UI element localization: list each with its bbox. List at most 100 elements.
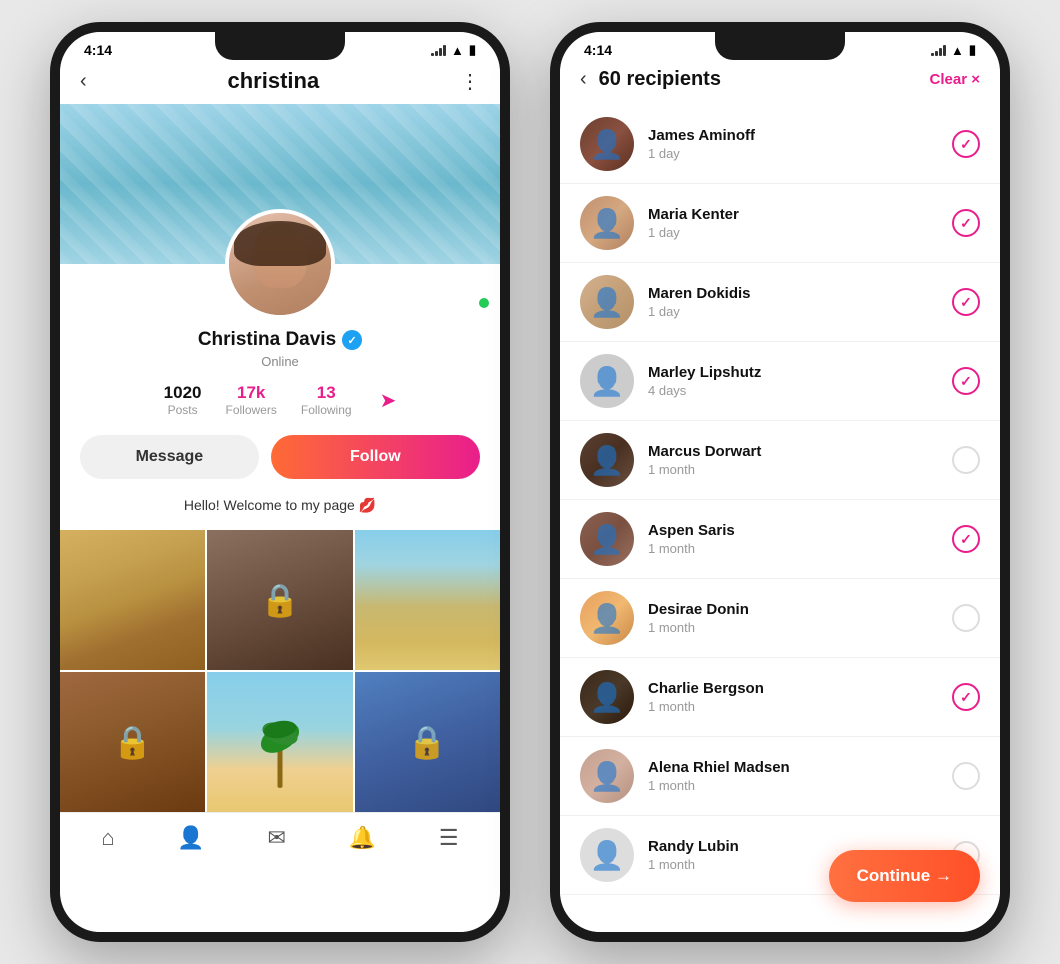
recipient-name: Desirae Donin [648,601,938,618]
continue-button[interactable]: Continue → [829,850,980,902]
following-label: Following [301,403,352,417]
check-circle[interactable] [952,288,980,316]
recipient-avatar: 👤 [580,433,634,487]
home-nav-icon[interactable]: ⌂ [101,825,114,851]
bottom-nav: ⌂ 👤 ✉ 🔔 ☰ [60,812,500,871]
recipient-info: Alena Rhiel Madsen 1 month [648,759,938,793]
time-1: 4:14 [84,42,112,58]
stats-row: 1020 Posts 17k Followers 13 Following ➤ [60,383,500,417]
followers-stat[interactable]: 17k Followers [226,383,277,417]
recipients-title: 60 recipients [599,68,721,91]
grid-photo-1[interactable] [60,530,205,670]
recipient-info: Marley Lipshutz 4 days [648,364,938,398]
following-value: 13 [301,383,352,403]
phone-2: 4:14 ▲ ▮ ‹ 60 recipients Clear × 👤 James… [550,22,1010,942]
check-circle[interactable] [952,604,980,632]
verified-badge: ✓ [342,330,362,350]
follow-button[interactable]: Follow [271,435,480,479]
recipient-item[interactable]: 👤 Maria Kenter 1 day [560,184,1000,263]
status-icons-2: ▲ ▮ [931,42,976,58]
palm-tree-svg [250,692,310,792]
recipient-info: Maren Dokidis 1 day [648,285,938,319]
recipient-item[interactable]: 👤 Alena Rhiel Madsen 1 month [560,737,1000,816]
recipients-back-button[interactable]: ‹ [580,68,587,91]
check-circle[interactable] [952,367,980,395]
notch-2 [715,32,845,60]
recipient-time: 1 month [648,699,938,714]
recipient-avatar: 👤 [580,512,634,566]
profile-name-row: Christina Davis ✓ [60,329,500,351]
posts-value: 1020 [164,383,202,403]
recipient-item[interactable]: 👤 Maren Dokidis 1 day [560,263,1000,342]
signal-icon-2 [931,44,946,56]
surfer-photo [355,530,500,670]
recipient-name: Charlie Bergson [648,680,938,697]
check-circle[interactable] [952,446,980,474]
recipient-time: 1 month [648,778,938,793]
recipient-avatar: 👤 [580,117,634,171]
recipient-item[interactable]: 👤 Aspen Saris 1 month [560,500,1000,579]
posts-stat: 1020 Posts [164,383,202,417]
bio-text: Hello! Welcome to my page 💋 [60,493,500,530]
recipient-info: James Aminoff 1 day [648,127,938,161]
recipient-name: Maren Dokidis [648,285,938,302]
recipient-item[interactable]: 👤 Marcus Dorwart 1 month [560,421,1000,500]
signal-icon [431,44,446,56]
clear-button[interactable]: Clear × [930,71,980,88]
recipient-name: Marcus Dorwart [648,443,938,460]
recipient-avatar: 👤 [580,275,634,329]
lock-icon-1: 🔒 [260,581,300,619]
recipient-name: Marley Lipshutz [648,364,938,381]
recipients-header: ‹ 60 recipients Clear × [560,62,1000,105]
check-circle[interactable] [952,209,980,237]
check-circle[interactable] [952,762,980,790]
wifi-icon-2: ▲ [951,43,964,58]
messages-nav-icon[interactable]: ✉ [268,825,286,851]
recipient-item[interactable]: 👤 Desirae Donin 1 month [560,579,1000,658]
recipient-avatar: 👤 [580,354,634,408]
recipient-info: Desirae Donin 1 month [648,601,938,635]
battery-icon: ▮ [469,42,476,58]
share-button[interactable]: ➤ [380,388,397,413]
recipient-time: 4 days [648,383,938,398]
recipient-info: Marcus Dorwart 1 month [648,443,938,477]
status-icons-1: ▲ ▮ [431,42,476,58]
notifications-nav-icon[interactable]: 🔔 [349,825,376,851]
back-button[interactable]: ‹ [80,70,87,93]
profile-status: Online [60,354,500,369]
recipient-name: Aspen Saris [648,522,938,539]
recipient-item[interactable]: 👤 Charlie Bergson 1 month [560,658,1000,737]
check-circle[interactable] [952,683,980,711]
grid-photo-4-locked[interactable]: 🔒 [60,672,205,812]
phone-1: 4:14 ▲ ▮ ‹ christina ⋮ [50,22,510,942]
posts-label: Posts [164,403,202,417]
grid-photo-3[interactable] [355,530,500,670]
notch-1 [215,32,345,60]
lock-icon-2: 🔒 [113,723,153,761]
check-circle[interactable] [952,130,980,158]
lock-icon-3: 🔒 [407,723,447,761]
profile-name: Christina Davis [198,329,336,351]
avatar-container [60,209,500,319]
grid-photo-2-locked[interactable]: 🔒 [207,530,352,670]
check-circle[interactable] [952,525,980,553]
recipient-time: 1 month [648,541,938,556]
wifi-icon: ▲ [451,43,464,58]
following-stat[interactable]: 13 Following [301,383,352,417]
message-button[interactable]: Message [80,435,259,479]
recipient-item[interactable]: 👤 Marley Lipshutz 4 days [560,342,1000,421]
avatar-face [229,213,331,315]
menu-nav-icon[interactable]: ☰ [439,825,459,851]
profile-nav-icon[interactable]: 👤 [177,825,204,851]
recipient-name: James Aminoff [648,127,938,144]
recipient-avatar: 👤 [580,670,634,724]
recipient-item[interactable]: 👤 James Aminoff 1 day [560,105,1000,184]
grid-photo-5[interactable] [207,672,352,812]
recipient-avatar: 👤 [580,749,634,803]
beach-photo [60,530,205,670]
photo-grid: 🔒 🔒 🔒 [60,530,500,812]
grid-photo-6-locked[interactable]: 🔒 [355,672,500,812]
recipient-info: Charlie Bergson 1 month [648,680,938,714]
battery-icon-2: ▮ [969,42,976,58]
more-button[interactable]: ⋮ [460,69,480,94]
